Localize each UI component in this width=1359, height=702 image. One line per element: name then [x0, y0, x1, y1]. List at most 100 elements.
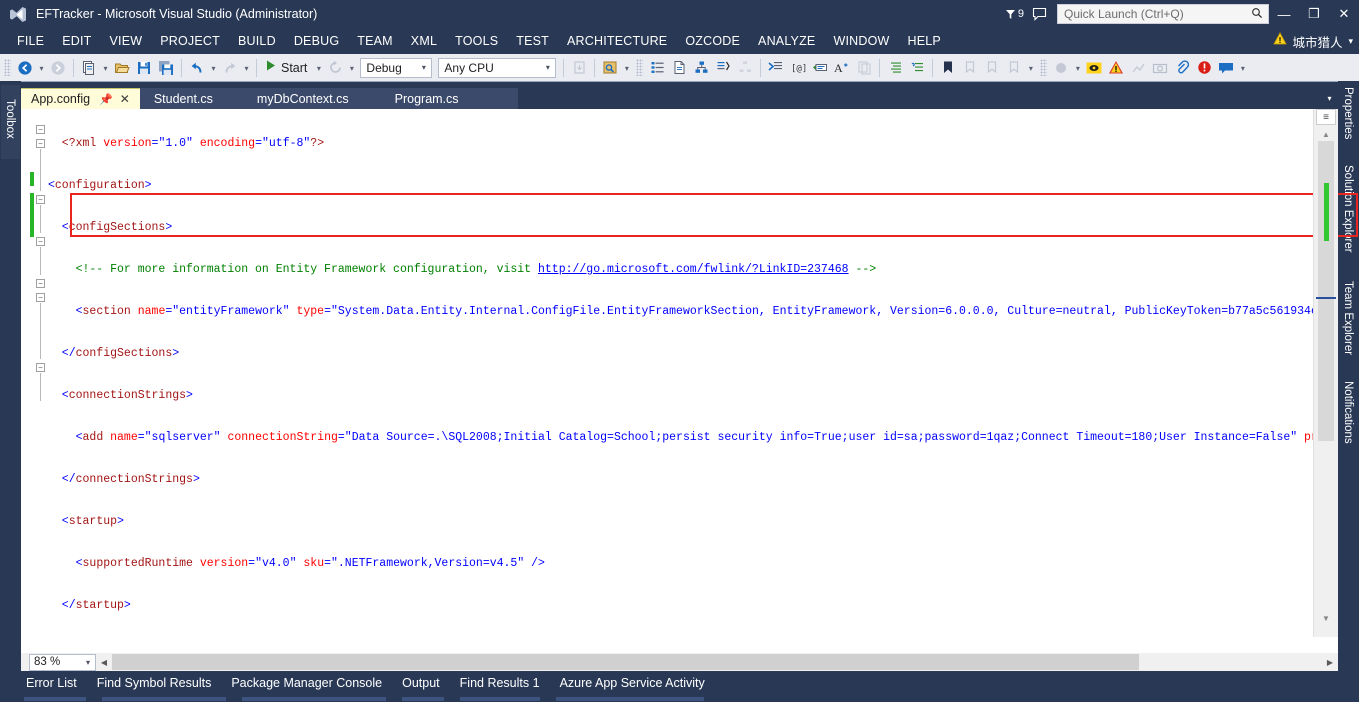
code-map-icon[interactable] — [765, 57, 787, 79]
feedback-flag-icon[interactable]: 9 — [1004, 8, 1024, 21]
find-dropdown-icon[interactable]: ▾ — [621, 57, 632, 79]
sphere-icon[interactable] — [1050, 57, 1072, 79]
comment-bubble-icon[interactable] — [1215, 57, 1237, 79]
bookmark-icon[interactable] — [937, 57, 959, 79]
bottom-tab-output[interactable]: Output — [392, 671, 450, 695]
navigate-back-dropdown-icon[interactable]: ▾ — [36, 57, 47, 79]
fold-toggle[interactable]: − — [36, 293, 45, 302]
fold-toggle[interactable]: − — [36, 125, 45, 134]
menu-item-analyze[interactable]: ANALYZE — [749, 28, 824, 54]
sidebar-item-notifications[interactable]: Notifications — [1338, 377, 1359, 465]
solution-explorer-icon[interactable] — [668, 57, 690, 79]
tab-student-cs[interactable]: Student.cs — [140, 88, 235, 109]
fold-toggle[interactable]: − — [36, 279, 45, 288]
restore-button[interactable]: ❐ — [1299, 0, 1329, 28]
class-view-icon[interactable] — [712, 57, 734, 79]
code-text-area[interactable]: <?xml version="1.0" encoding="utf-8"?> <… — [48, 109, 1314, 637]
menu-item-edit[interactable]: EDIT — [53, 28, 100, 54]
speech-bubble-icon[interactable] — [1032, 7, 1047, 21]
clear-bookmarks-icon[interactable] — [1003, 57, 1025, 79]
format-text-icon[interactable]: A — [831, 57, 853, 79]
sidebar-item-properties[interactable]: Properties — [1338, 83, 1359, 157]
new-project-icon[interactable] — [78, 57, 100, 79]
object-browser-icon[interactable] — [690, 57, 712, 79]
menu-item-architecture[interactable]: ARCHITECTURE — [558, 28, 676, 54]
camera-icon[interactable] — [1149, 57, 1171, 79]
bookmarks-dropdown-icon[interactable]: ▾ — [1025, 57, 1036, 79]
open-file-icon[interactable] — [111, 57, 133, 79]
start-dropdown-icon[interactable]: ▾ — [313, 57, 324, 79]
bottom-tab-find-results-1[interactable]: Find Results 1 — [450, 671, 550, 695]
navigate-back-icon[interactable] — [14, 57, 36, 79]
previous-bookmark-icon[interactable] — [981, 57, 1003, 79]
tab-mydbcontext-cs[interactable]: myDbContext.cs — [235, 88, 371, 109]
sidebar-item-toolbox[interactable]: Toolbox — [1, 85, 20, 159]
chevron-down-icon[interactable]: ▾ — [1348, 36, 1353, 47]
navigate-forward-icon[interactable] — [47, 57, 69, 79]
redo-dropdown-icon[interactable]: ▾ — [241, 57, 252, 79]
undo-icon[interactable] — [186, 57, 208, 79]
fold-toggle[interactable]: − — [36, 363, 45, 372]
rename-icon[interactable] — [809, 57, 831, 79]
pin-icon[interactable]: 📌 — [99, 93, 113, 106]
breakpoint-icon[interactable]: [@] — [787, 57, 809, 79]
bottom-tab-error-list[interactable]: Error List — [16, 671, 87, 695]
menu-item-xml[interactable]: XML — [402, 28, 446, 54]
save-icon[interactable] — [133, 57, 155, 79]
minimize-button[interactable]: — — [1269, 0, 1299, 28]
tab-app-config[interactable]: App.config 📌 ✕ — [21, 88, 140, 109]
zoom-level-select[interactable]: 83 % ▾ — [29, 653, 96, 671]
menu-item-debug[interactable]: DEBUG — [285, 28, 348, 54]
solution-platform-select[interactable]: Any CPU ▾ — [438, 57, 557, 78]
outdent-icon[interactable] — [906, 57, 928, 79]
comment-icon[interactable] — [853, 57, 875, 79]
restart-dropdown-icon[interactable]: ▾ — [346, 57, 357, 79]
solution-configuration-select[interactable]: Debug ▾ — [360, 57, 433, 78]
menu-item-tools[interactable]: TOOLS — [446, 28, 507, 54]
menu-item-build[interactable]: BUILD — [229, 28, 285, 54]
menu-item-project[interactable]: PROJECT — [151, 28, 229, 54]
fold-toggle[interactable]: − — [36, 139, 45, 148]
menu-item-test[interactable]: TEST — [507, 28, 558, 54]
properties-window-icon[interactable] — [646, 57, 668, 79]
toolbar-grip[interactable] — [636, 59, 644, 76]
save-all-icon[interactable] — [155, 57, 177, 79]
step-into-icon[interactable] — [568, 57, 590, 79]
undo-dropdown-icon[interactable]: ▾ — [208, 57, 219, 79]
error-icon[interactable] — [1193, 57, 1215, 79]
menu-item-team[interactable]: TEAM — [348, 28, 402, 54]
attach-icon[interactable] — [1171, 57, 1193, 79]
new-project-dropdown-icon[interactable]: ▾ — [100, 57, 111, 79]
start-debug-button[interactable]: Start — [261, 57, 313, 79]
toolbar-grip[interactable] — [4, 59, 11, 76]
user-account-name[interactable]: 城市猎人 — [1292, 32, 1342, 51]
toolbar-grip[interactable] — [1040, 59, 1048, 76]
menu-item-view[interactable]: VIEW — [100, 28, 151, 54]
redo-icon[interactable] — [219, 57, 241, 79]
sphere-dropdown-icon[interactable]: ▾ — [1072, 57, 1083, 79]
tab-list-chevron-icon[interactable]: ▾ — [1321, 88, 1338, 109]
code-editor[interactable]: − − − − − − − <?xml version="1.0" encodi… — [21, 109, 1358, 653]
close-icon[interactable]: ✕ — [120, 92, 130, 106]
scroll-left-arrow-icon[interactable]: ◀ — [96, 654, 112, 670]
bottom-tab-package-manager-console[interactable]: Package Manager Console — [221, 671, 392, 695]
bottom-tab-azure-app-service-activity[interactable]: Azure App Service Activity — [550, 671, 715, 695]
editor-vertical-scrollbar[interactable]: ≡ ▲ ▼ — [1313, 109, 1338, 637]
indent-icon[interactable] — [884, 57, 906, 79]
sidebar-item-team-explorer[interactable]: Team Explorer — [1338, 277, 1359, 373]
restart-icon[interactable] — [324, 57, 346, 79]
close-button[interactable]: ✕ — [1329, 0, 1359, 28]
sidebar-item-solution-explorer[interactable]: Solution Explorer — [1338, 161, 1359, 273]
toolbar-overflow-icon[interactable]: ▾ — [1237, 57, 1248, 79]
menu-item-file[interactable]: FILE — [8, 28, 53, 54]
next-bookmark-icon[interactable] — [959, 57, 981, 79]
fold-toggle[interactable]: − — [36, 195, 45, 204]
scroll-right-arrow-icon[interactable]: ▶ — [1322, 654, 1338, 670]
bottom-tab-find-symbol-results[interactable]: Find Symbol Results — [87, 671, 222, 695]
ozcode-reveal-icon[interactable] — [1083, 57, 1105, 79]
tab-program-cs[interactable]: Program.cs — [371, 88, 473, 109]
find-in-files-icon[interactable] — [599, 57, 621, 79]
ozcode-alert-icon[interactable] — [1105, 57, 1127, 79]
fold-toggle[interactable]: − — [36, 237, 45, 246]
horizontal-scrollbar-track[interactable] — [112, 654, 1322, 670]
